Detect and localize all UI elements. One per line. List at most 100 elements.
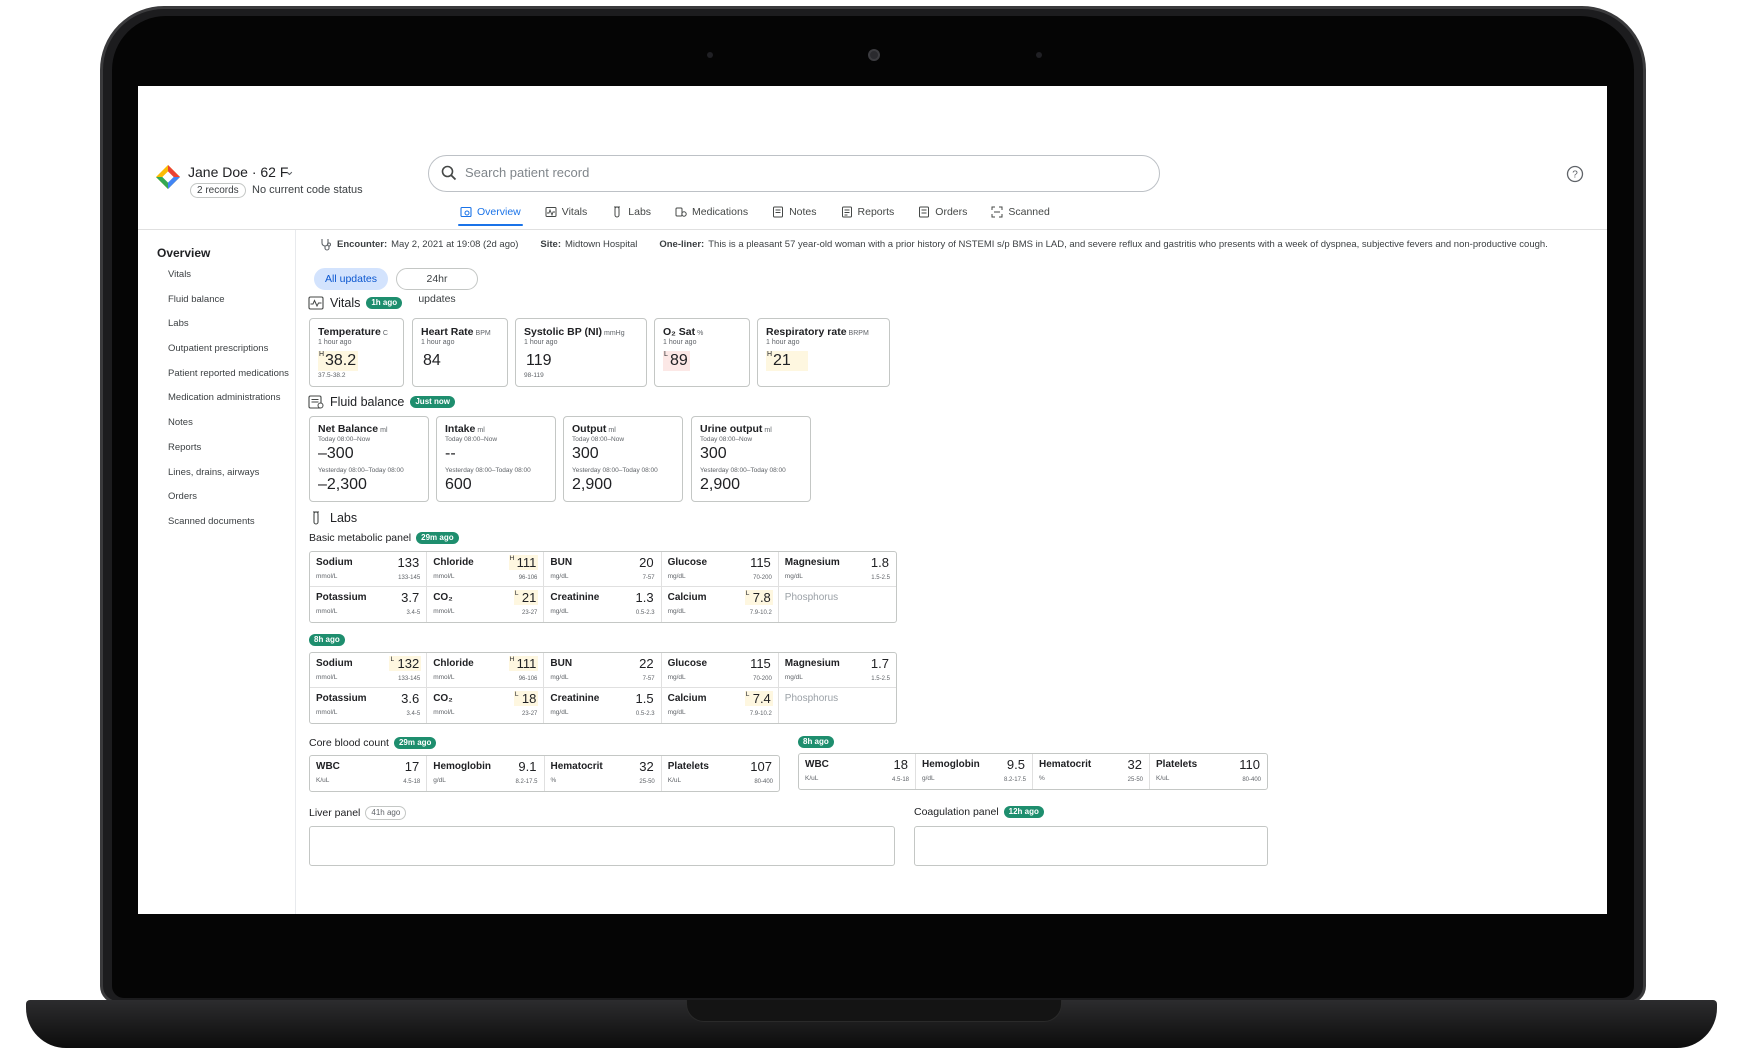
lab-name: Platelets [667,761,709,772]
vital-card-heart-rate[interactable]: Heart Rate BPM 1 hour ago 84 [412,318,508,387]
sidebar-item-patient-reported-medications[interactable]: Patient reported medications [168,368,289,393]
fluid-time-yesterday: Yesterday 08:00–Today 08:00 [318,467,404,474]
lab-cell[interactable]: Sodium mmol/L 133 133-145 [310,552,428,587]
lab-name: Chloride [433,557,474,568]
help-icon[interactable]: ? [1566,165,1584,183]
lab-cell[interactable]: Phosphorus [779,587,896,622]
fluid-time-yesterday: Yesterday 08:00–Today 08:00 [572,467,658,474]
sidebar-item-medication-administrations[interactable]: Medication administrations [168,392,289,417]
lab-name: BUN [550,557,573,568]
lab-cell[interactable]: Calcium mg/dL L 7.8 7.9-10.2 [662,587,779,622]
lab-range: 8.2-17.5 [1003,777,1026,783]
lab-cell[interactable]: Platelets K/uL 110 80-400 [1150,754,1267,789]
tab-scanned[interactable]: Scanned [979,199,1061,224]
app-screen: Jane Doe · 62 F ⌄ 2 records No current c… [138,86,1607,914]
lab-flag: H [509,656,515,663]
tab-reports[interactable]: Reports [829,199,907,224]
lab-cell[interactable]: CO₂ mmol/L L 18 23-27 [427,688,545,723]
lab-cell[interactable]: Hematocrit% 32 25-50 [545,756,662,791]
lab-cell[interactable]: Hemoglobin g/dL 9.1 8.2-17.5 [427,756,545,791]
sidebar-item-labs[interactable]: Labs [168,318,289,343]
vital-card-o2-sat[interactable]: O₂ Sat% 1 hour ago L 89 [654,318,750,387]
fluid-time-yesterday: Yesterday 08:00–Today 08:00 [445,467,531,474]
sidebar-item-reports[interactable]: Reports [168,442,289,467]
bmp-grid: Sodium mmol/L 133 133-145 Chloride mmol/L H 111… [309,551,897,623]
fluid-card-urine-output[interactable]: Urine output ml Today 08:00–Now 300 Yeste… [691,416,811,502]
filter-24hr-updates[interactable]: 24hr updates [396,268,478,305]
sidebar-item-outpatient-prescriptions[interactable]: Outpatient prescriptions [168,343,289,368]
fluid-unit: ml [608,427,616,434]
lab-cell[interactable]: Potassium mmol/L 3.7 3.4-5 [310,587,428,622]
tab-vitals[interactable]: Vitals [533,199,600,224]
lab-value: 1.3 [635,590,654,605]
lab-cell[interactable]: CO₂ mmol/L L 21 23-27 [427,587,545,622]
fluid-card-output[interactable]: Output ml Today 08:00–Now 300 Yesterday 0… [563,416,683,502]
search-box[interactable] [428,155,1160,192]
sidebar-item-orders[interactable]: Orders [168,491,289,516]
sidebar-item-lines-drains-airways[interactable]: Lines, drains, airways [168,467,289,492]
search-input[interactable] [465,165,1125,180]
lab-cell[interactable]: BUN mg/dL 20 7-57 [544,552,662,587]
records-chip[interactable]: 2 records [190,183,246,198]
fluid-card-intake[interactable]: Intake ml Today 08:00–Now -- Yesterday 08… [436,416,556,502]
tab-notes[interactable]: Notes [760,199,828,224]
fluid-value-today: 300 [572,445,599,462]
lab-cell[interactable]: Calcium mg/dL L 7.4 7.9-10.2 [662,688,779,723]
lab-cell[interactable]: Magnesium mg/dL 1.7 1.5-2.5 [778,653,896,688]
lab-cell[interactable]: Chloride mmol/L H 111 96-106 [427,552,545,587]
lab-cell[interactable]: Potassium mmol/L 3.6 3.4-5 [310,688,428,723]
vital-value: 38.2 [325,352,357,369]
lab-value-box: 3.7 [399,590,421,605]
vital-value: 84 [423,352,441,369]
fluid-card-net-balance[interactable]: Net Balance ml Today 08:00–Now –300 Yeste… [309,416,429,502]
lab-cell[interactable]: Magnesium mg/dL 1.8 1.5-2.5 [778,552,896,587]
tab-overview[interactable]: Overview [448,199,533,226]
fluid-time-today: Today 08:00–Now [572,436,625,443]
sidebar-item-fluid-balance[interactable]: Fluid balance [168,294,289,319]
lab-cell[interactable]: WBC K/uL 17 4.5-18 [310,756,428,791]
lab-cell[interactable]: WBC K/uL 18 4.5-18 [799,754,916,789]
vital-card-temperature[interactable]: Temperature C 1 hour ago H 38.2 37.5-38.2 [309,318,404,387]
vital-card-systolic-bp[interactable]: Systolic BP (NI) mmHg 1 hour ago 119 98-1… [515,318,647,387]
lab-value-box: 3.6 [399,691,421,706]
site-value: Midtown Hospital [565,239,638,250]
sidebar-title[interactable]: Overview [157,246,210,260]
lab-cell[interactable]: Chloride mmol/L H 111 96-106 [427,653,545,688]
lab-cell[interactable]: Hematocrit% 32 25-50 [1033,754,1150,789]
vital-value: 89 [670,352,688,369]
lab-value: 7.4 [752,691,771,706]
lab-value: 18 [893,757,908,772]
app-logo-icon [156,165,180,189]
lab-cell[interactable]: Glucose mg/dL 115 70-200 [661,653,779,688]
chevron-down-icon[interactable]: ⌄ [284,163,295,179]
lab-unit: g/dL [922,775,935,782]
sidebar-item-vitals[interactable]: Vitals [168,269,289,294]
lab-cell[interactable]: Platelets K/uL 107 80-400 [662,756,779,791]
lab-flag: L [514,590,519,597]
tab-labs[interactable]: Labs [599,199,663,224]
bmp2-grid: Sodium mmol/L L 132 133-145 Chloride mmol/L H 11… [309,652,897,724]
lab-range: 96-106 [518,676,538,682]
sidebar-item-scanned-documents[interactable]: Scanned documents [168,516,289,541]
tab-medications[interactable]: Medications [663,199,760,224]
vital-card-respiratory-rate[interactable]: Respiratory rate BRPM 1 hour ago H 21 [757,318,890,387]
fluid-name: Intake [445,423,476,435]
lab-cell[interactable]: Glucose mg/dL 115 70-200 [661,552,779,587]
lab-cell[interactable]: BUN mg/dL 22 7-57 [544,653,662,688]
patient-name[interactable]: Jane Doe · 62 F [188,164,288,180]
vital-unit: mmHg [604,330,625,337]
lab-cell[interactable]: Creatinine mg/dL 1.5 0.5-2.3 [544,688,662,723]
lab-value-box: L 21 [513,590,539,605]
tab-orders[interactable]: Orders [906,199,979,224]
lab-cell[interactable]: Hemoglobin g/dL 9.5 8.2-17.5 [916,754,1033,789]
lab-value: 18 [521,691,537,706]
sidebar-item-notes[interactable]: Notes [168,417,289,442]
lab-cell[interactable]: Phosphorus [779,688,896,723]
lab-cell[interactable]: Creatinine mg/dL 1.3 0.5-2.3 [544,587,662,622]
lab-cell[interactable]: Sodium mmol/L L 132 133-145 [310,653,428,688]
fluid-value-today: 300 [700,445,727,462]
lab-value-box: 9.5 [1005,757,1027,772]
filter-all-updates[interactable]: All updates [314,268,388,290]
lab-name: WBC [316,761,340,772]
cbc-title: Core blood count [309,737,389,749]
